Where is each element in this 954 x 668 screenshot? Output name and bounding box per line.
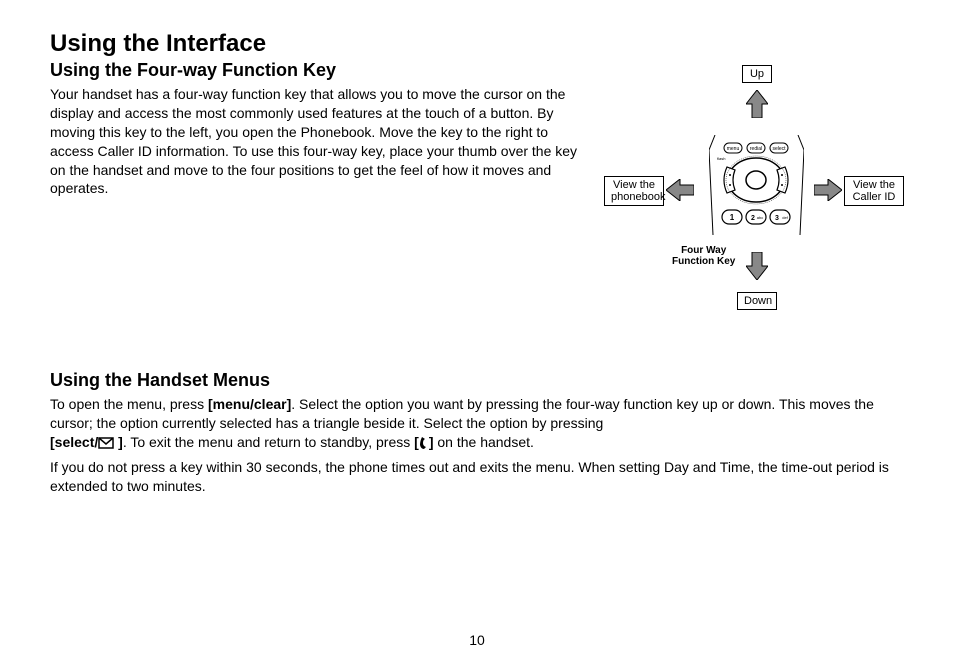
svg-text:abc: abc: [757, 215, 763, 220]
keypad-3: 3: [775, 215, 779, 222]
standby-key: []: [414, 434, 433, 450]
diagram-right-line1: View the: [853, 179, 895, 191]
keypad-select: select: [772, 146, 786, 152]
para1-text3: . To exit the menu and return to standby…: [123, 434, 414, 450]
keypad-menu: menu: [727, 146, 740, 152]
section-fourway-text: Using the Four-way Function Key Your han…: [50, 60, 584, 320]
diagram-right-line2: Caller ID: [853, 191, 896, 203]
keypad-redial: redial: [750, 146, 762, 152]
section-fourway-heading: Using the Four-way Function Key: [50, 60, 584, 81]
section-menus-heading: Using the Handset Menus: [50, 370, 904, 391]
select-key: [select/ ]: [50, 434, 123, 450]
section-menus-para1: To open the menu, press [menu/clear]. Se…: [50, 395, 904, 452]
keypad-1: 1: [730, 213, 735, 222]
para1-text1: To open the menu, press: [50, 396, 208, 412]
diagram-left-label: View the phonebook: [604, 176, 664, 206]
arrow-right-icon: [814, 179, 842, 206]
envelope-icon: [98, 437, 114, 449]
diagram-fn-line1: Four Way: [681, 245, 726, 256]
diagram-left-line1: View the: [613, 179, 655, 191]
arrow-down-icon: [746, 252, 768, 285]
phone-handset-icon: [419, 436, 429, 450]
phone-keypad-illustration: menu redial select flash 1 2 abc: [709, 135, 804, 235]
section-menus-para2: If you do not press a key within 30 seco…: [50, 458, 904, 496]
page-title: Using the Interface: [50, 30, 904, 58]
diagram-right-label: View the Caller ID: [844, 176, 904, 206]
section-menus: Using the Handset Menus To open the menu…: [50, 370, 904, 495]
select-key-prefix: [select/: [50, 434, 98, 450]
arrow-up-icon: [746, 90, 768, 123]
para1-text4: on the handset.: [433, 434, 533, 450]
diagram-up-label: Up: [742, 65, 772, 83]
page-number: 10: [469, 632, 485, 648]
diagram-fn-label: Four Way Function Key: [672, 245, 735, 267]
keypad-flash: flash: [717, 156, 725, 161]
keypad-2: 2: [751, 215, 755, 222]
fourway-diagram: Up View the phonebook menu: [604, 60, 904, 320]
diagram-down-label: Down: [737, 292, 777, 310]
arrow-left-icon: [666, 179, 694, 206]
section-fourway-body: Your handset has a four-way function key…: [50, 85, 584, 198]
menu-clear-key: [menu/clear]: [208, 396, 291, 412]
diagram-left-line2: phonebook: [611, 191, 665, 203]
section-fourway: Using the Four-way Function Key Your han…: [50, 60, 904, 320]
svg-text:def: def: [782, 215, 788, 220]
diagram-fn-line2: Function Key: [672, 256, 735, 267]
select-key-suffix: ]: [114, 434, 123, 450]
